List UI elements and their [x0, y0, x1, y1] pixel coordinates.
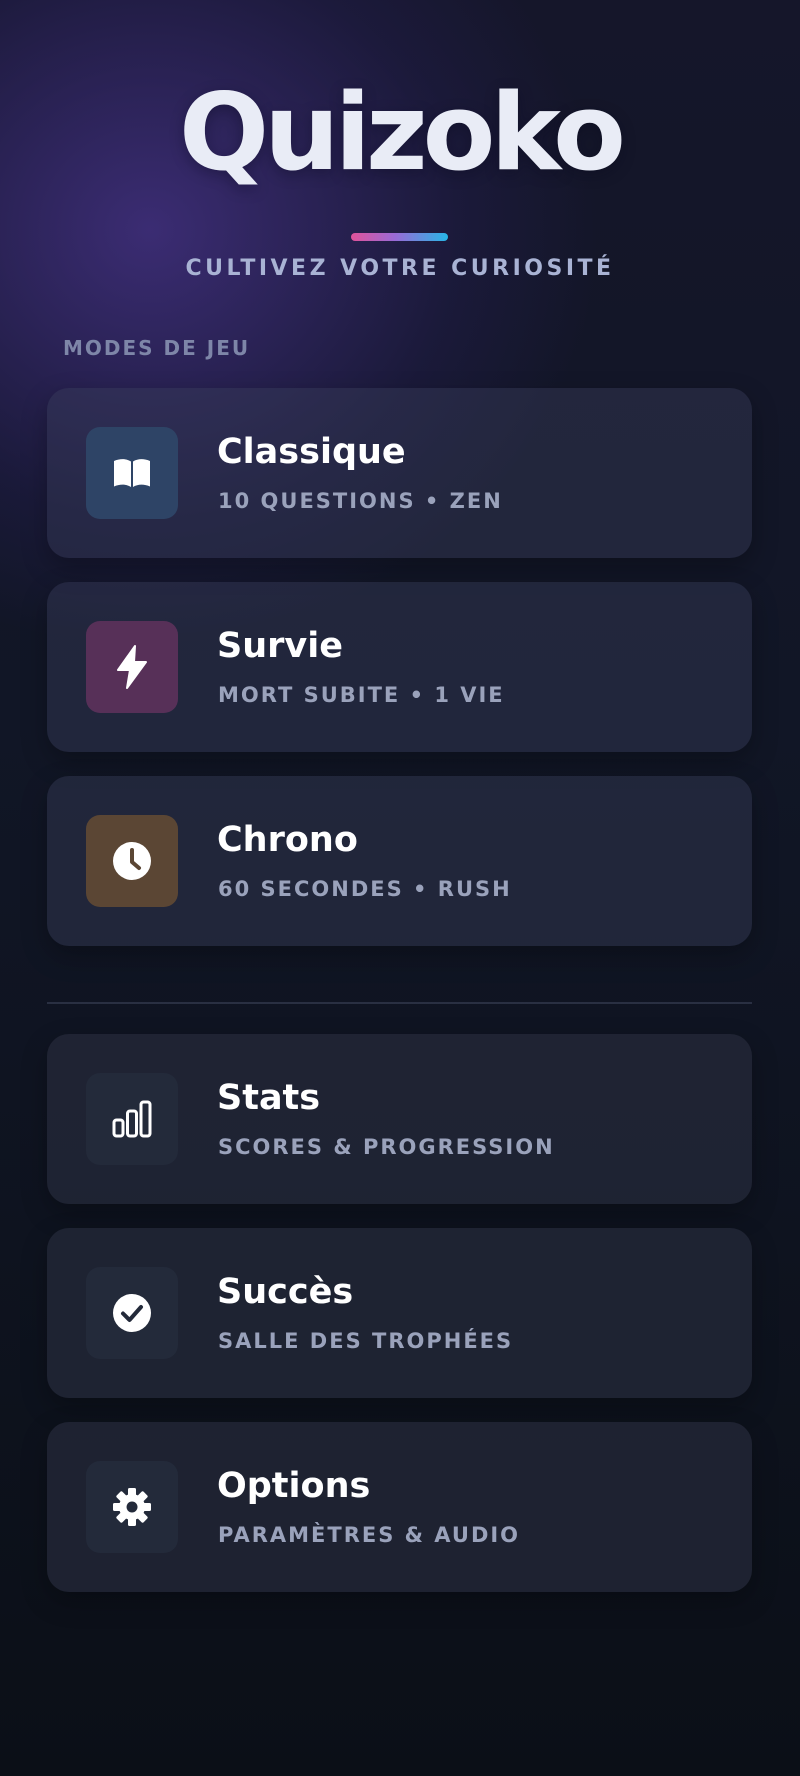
classique-icon-box: [86, 427, 178, 519]
menu-title: Options: [217, 1466, 371, 1506]
mode-card-survie[interactable]: Survie MORT SUBITE • 1 VIE: [47, 582, 752, 752]
mode-title: Classique: [217, 432, 406, 472]
menu-card-options[interactable]: Options PARAMÈTRES & AUDIO: [47, 1422, 752, 1592]
mode-card-classique[interactable]: Classique 10 QUESTIONS • ZEN: [47, 388, 752, 558]
logo-accent-bar: [351, 233, 448, 241]
menu-subtitle: SALLE DES TROPHÉES: [218, 1329, 514, 1353]
menu-title: Stats: [217, 1078, 321, 1118]
game-modes-section-title: MODES DE JEU: [63, 336, 251, 360]
menu-card-stats[interactable]: Stats SCORES & PROGRESSION: [47, 1034, 752, 1204]
survie-icon-box: [86, 621, 178, 713]
app-logo: Quizoko: [179, 71, 626, 194]
bar-chart-icon: [112, 1100, 152, 1138]
menu-subtitle: PARAMÈTRES & AUDIO: [218, 1523, 521, 1547]
chrono-icon-box: [86, 815, 178, 907]
stats-icon-box: [86, 1073, 178, 1165]
succes-icon-box: [86, 1267, 178, 1359]
menu-card-succes[interactable]: Succès SALLE DES TROPHÉES: [47, 1228, 752, 1398]
section-divider: [47, 1002, 752, 1004]
mode-subtitle: 60 SECONDES • RUSH: [218, 877, 512, 901]
gear-icon: [113, 1488, 151, 1526]
mode-card-chrono[interactable]: Chrono 60 SECONDES • RUSH: [47, 776, 752, 946]
open-book-icon: [114, 459, 150, 487]
mode-title: Chrono: [217, 820, 358, 860]
mode-title: Survie: [217, 626, 343, 666]
app-tagline: CULTIVEZ VOTRE CURIOSITÉ: [185, 256, 615, 281]
check-circle-icon: [113, 1294, 151, 1332]
mode-subtitle: 10 QUESTIONS • ZEN: [218, 489, 503, 513]
mode-subtitle: MORT SUBITE • 1 VIE: [218, 683, 505, 707]
home-screen: Quizoko CULTIVEZ VOTRE CURIOSITÉ MODES D…: [0, 0, 800, 1776]
menu-title: Succès: [217, 1272, 354, 1312]
clock-icon: [113, 842, 151, 880]
menu-subtitle: SCORES & PROGRESSION: [218, 1135, 555, 1159]
options-icon-box: [86, 1461, 178, 1553]
lightning-bolt-icon: [117, 645, 147, 689]
